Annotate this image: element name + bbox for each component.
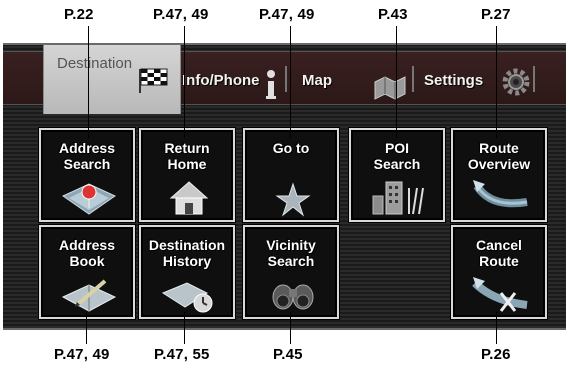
tab-info-phone[interactable]: Info/Phone bbox=[182, 72, 260, 89]
house-icon bbox=[169, 181, 209, 215]
address-book-label: Address Book bbox=[58, 237, 116, 269]
map-pin-icon bbox=[61, 183, 117, 215]
address-search-label: Address Search bbox=[58, 140, 116, 172]
leader-line bbox=[86, 312, 87, 344]
cancel-route-button[interactable]: Cancel Route bbox=[450, 224, 548, 320]
page-ref-return-home: P.47, 49 bbox=[153, 6, 209, 23]
poi-icon bbox=[372, 181, 424, 215]
page-ref-route-overview: P.27 bbox=[481, 6, 511, 23]
leader-line bbox=[290, 312, 291, 344]
return-home-button[interactable]: Return Home bbox=[138, 127, 236, 223]
leader-line bbox=[184, 312, 185, 344]
cancel-route-label: Cancel Route bbox=[476, 237, 522, 269]
leader-line bbox=[496, 26, 497, 138]
book-pencil-icon bbox=[61, 279, 117, 312]
destination-history-label: Destination History bbox=[148, 237, 226, 269]
vicinity-search-button[interactable]: Vicinity Search bbox=[242, 224, 340, 320]
tab-separator bbox=[533, 66, 535, 92]
route-overview-button[interactable]: Route Overview bbox=[450, 127, 548, 223]
destination-history-button[interactable]: Destination History bbox=[138, 224, 236, 320]
gear-icon bbox=[502, 68, 530, 96]
checkered-flag-icon bbox=[139, 68, 168, 93]
tab-settings[interactable]: Settings bbox=[424, 72, 483, 89]
poi-search-label: POI Search bbox=[373, 140, 421, 172]
binoculars-icon bbox=[272, 284, 314, 310]
star-icon bbox=[275, 182, 311, 217]
leader-line bbox=[184, 26, 185, 138]
address-search-button[interactable]: Address Search bbox=[38, 127, 136, 223]
info-icon bbox=[266, 70, 276, 99]
cancel-route-icon bbox=[472, 277, 528, 312]
page-ref-poi-search: P.43 bbox=[378, 6, 408, 23]
tab-separator bbox=[412, 66, 414, 92]
go-to-label: Go to bbox=[272, 140, 310, 156]
tab-destination-label: Destination bbox=[57, 55, 133, 72]
route-arrow-icon bbox=[473, 180, 528, 208]
poi-search-button[interactable]: POI Search bbox=[348, 127, 446, 223]
leader-line bbox=[290, 26, 291, 138]
leader-line bbox=[88, 26, 89, 138]
map-icon bbox=[374, 76, 406, 100]
route-overview-label: Route Overview bbox=[467, 140, 531, 172]
vicinity-search-label: Vicinity Search bbox=[266, 237, 316, 269]
address-book-button[interactable]: Address Book bbox=[38, 224, 136, 320]
page-ref-go-to: P.47, 49 bbox=[259, 6, 315, 23]
go-to-button[interactable]: Go to bbox=[242, 127, 340, 223]
page-ref-destination-history: P.47, 55 bbox=[154, 346, 210, 363]
tab-map[interactable]: Map bbox=[302, 72, 332, 89]
tab-separator bbox=[285, 66, 287, 92]
leader-line bbox=[396, 26, 397, 138]
history-clock-icon bbox=[161, 282, 213, 313]
page-ref-cancel-route: P.26 bbox=[481, 346, 511, 363]
page-ref-address-book: P.47, 49 bbox=[54, 346, 110, 363]
return-home-label: Return Home bbox=[164, 140, 210, 172]
tab-destination[interactable]: Destination bbox=[43, 45, 181, 114]
page-ref-destination-tab: P.22 bbox=[64, 6, 94, 23]
page-ref-vicinity-search: P.45 bbox=[273, 346, 303, 363]
leader-line bbox=[496, 312, 497, 344]
